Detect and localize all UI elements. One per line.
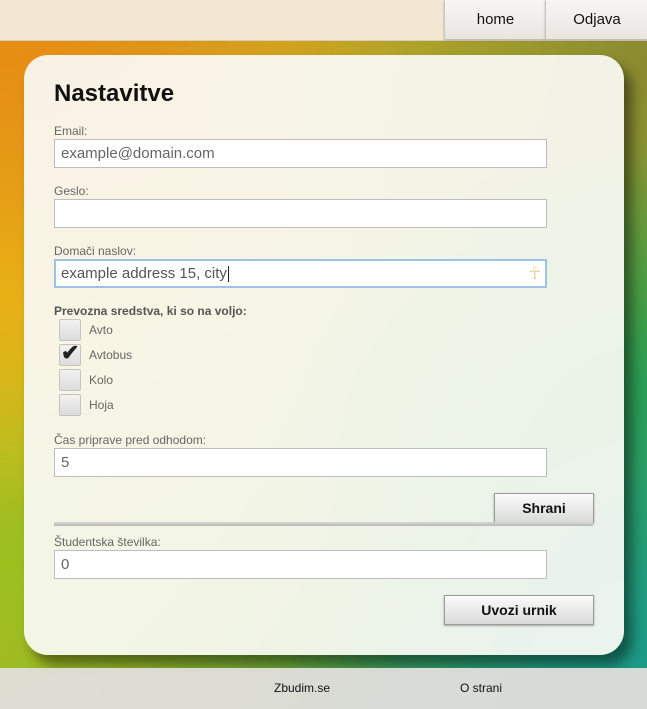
checkbox-kolo[interactable] (59, 369, 81, 391)
email-label: Email: (54, 124, 88, 138)
checkbox-hoja[interactable] (59, 394, 81, 416)
student-id-field[interactable]: 0 (54, 550, 547, 579)
transport-option-avto[interactable]: Avto (59, 318, 113, 342)
page-title: Nastavitve (54, 80, 175, 107)
checkbox-avtobus[interactable]: ✔ (59, 340, 81, 366)
student-id-value: 0 (61, 556, 70, 573)
checkbox-label: Avto (89, 323, 113, 337)
transport-option-kolo[interactable]: Kolo (59, 368, 113, 392)
checkbox-label: Kolo (89, 373, 114, 387)
prep-time-label: Čas priprave pred odhodom: (54, 433, 207, 447)
address-label: Domači naslov: (54, 244, 137, 258)
transport-option-avtobus[interactable]: ✔ Avtobus (59, 340, 133, 367)
import-schedule-button[interactable]: Uvozi urnik (444, 595, 594, 625)
password-label: Geslo: (54, 184, 89, 198)
student-id-label: Študentska številka: (54, 535, 161, 549)
checkbox-label: Avtobus (89, 348, 133, 362)
checkbox-label: Hoja (89, 398, 114, 412)
password-field[interactable] (54, 199, 547, 228)
checkbox-avto[interactable] (59, 319, 81, 341)
prep-time-value: 5 (61, 454, 70, 471)
nav-home-button[interactable]: home (444, 0, 546, 39)
transport-label: Prevozna sredstva, ki so na voljo: (54, 304, 247, 318)
nav-logout-button[interactable]: Odjava (545, 0, 647, 39)
footer-link-zbudim[interactable]: Zbudim.se (274, 681, 330, 695)
footer-link-about[interactable]: O strani (460, 681, 502, 695)
save-button[interactable]: Shrani (494, 493, 594, 523)
text-caret (227, 266, 229, 283)
address-value: example address 15, city (61, 265, 227, 282)
transport-option-hoja[interactable]: Hoja (59, 393, 114, 417)
email-value: example@domain.com (61, 145, 215, 162)
email-field[interactable]: example@domain.com (54, 139, 547, 168)
checkmark-icon: ✔ (61, 340, 80, 365)
divider (54, 522, 593, 526)
ankh-icon: ☥ (528, 264, 541, 283)
address-field[interactable]: example address 15, city ☥ (54, 259, 547, 288)
prep-time-field[interactable]: 5 (54, 448, 547, 477)
